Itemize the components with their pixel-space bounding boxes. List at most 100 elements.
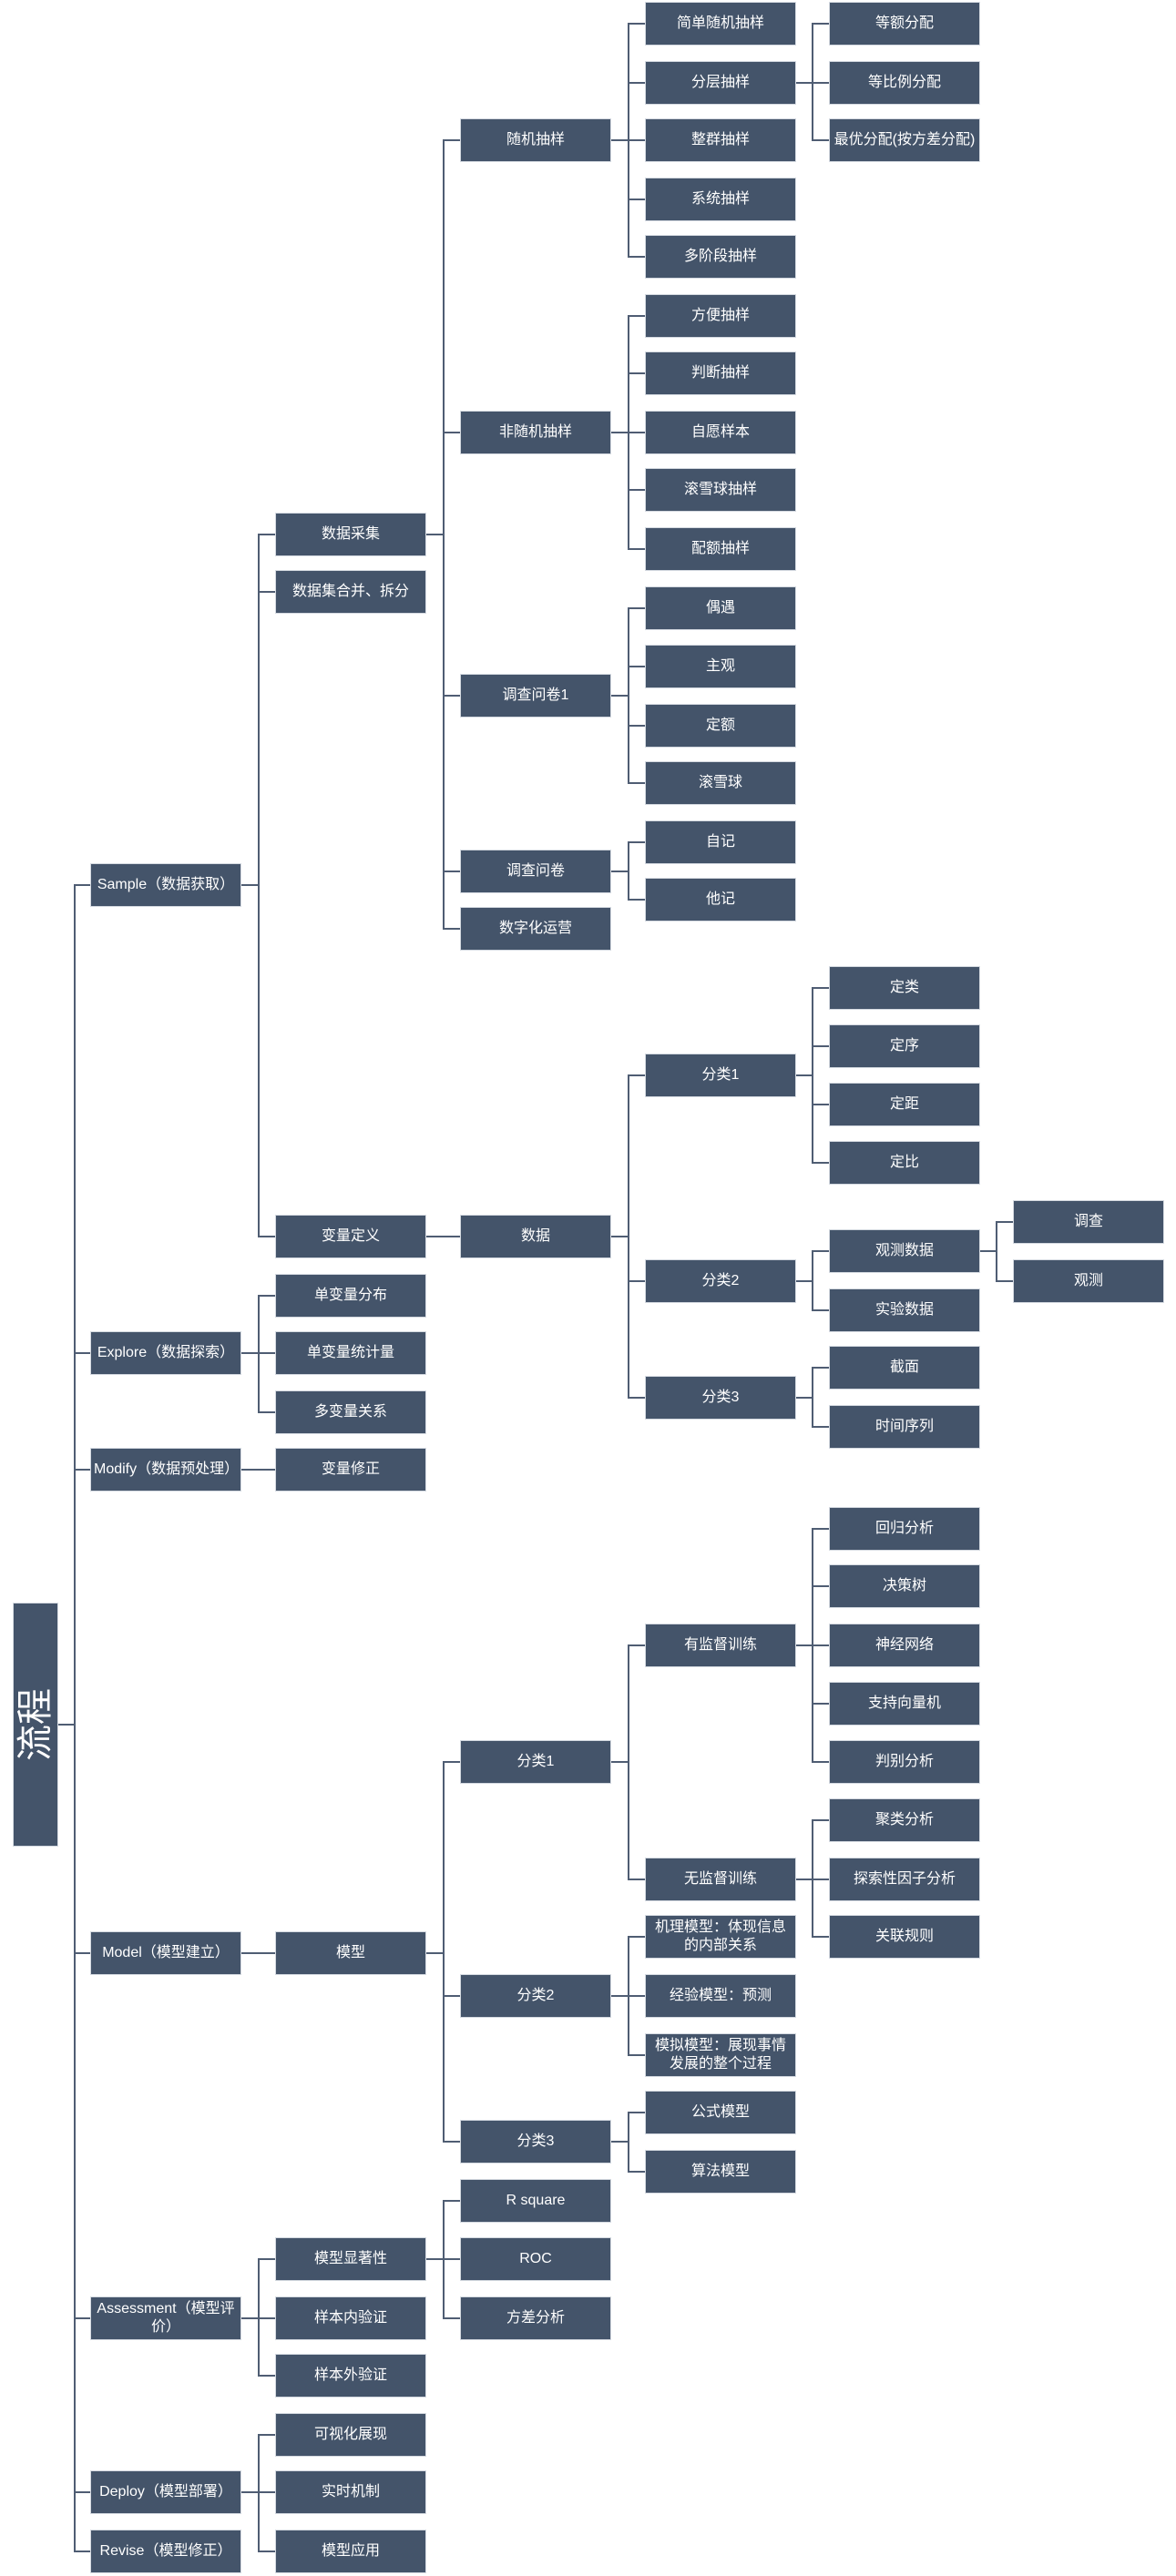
node-label: 判断抽样 [690, 365, 750, 381]
tree-node: 方便抽样 [645, 294, 796, 338]
tree-node: 时间序列 [829, 1405, 980, 1449]
connector-line [629, 841, 645, 843]
connector-line [980, 1250, 997, 1252]
connector-line [629, 23, 645, 25]
tree-node: 模拟模型：展现事情发展的整个过程 [645, 2033, 796, 2077]
node-label: 变量定义 [321, 1228, 380, 1244]
node-label: 分类2 [701, 1273, 740, 1288]
tree-node: 调查问卷 [460, 850, 611, 893]
node-label: 数据集合并、拆分 [291, 584, 409, 599]
connector-line [259, 1295, 275, 1297]
connector-line [241, 2317, 259, 2319]
tree-node: 定距 [829, 1083, 980, 1126]
tree-node: 定额 [645, 704, 796, 748]
tree-node: 样本外验证 [275, 2354, 426, 2398]
node-label: 调查问卷 [506, 863, 565, 879]
connector-line [629, 1644, 645, 1646]
connector-line [426, 534, 444, 535]
node-label: 滚雪球抽样 [683, 482, 757, 497]
connector-line [813, 1879, 829, 1880]
node-label: Revise（模型修正） [99, 2543, 232, 2559]
connector-line [796, 1074, 813, 1076]
connector-line [426, 2258, 444, 2260]
tree-node: 模型应用 [275, 2530, 426, 2573]
connector-line [796, 1397, 813, 1399]
node-label: R square [506, 2193, 566, 2208]
connector-line [628, 607, 629, 784]
tree-node: 单变量统计量 [275, 1331, 426, 1375]
connector-line [796, 1644, 813, 1646]
node-label: 数据 [520, 1228, 550, 1244]
connector-line [259, 2317, 275, 2319]
connector-line [996, 1221, 997, 1282]
tree-node: 算法模型 [645, 2150, 796, 2194]
connector-line [629, 782, 645, 784]
connector-line [629, 256, 645, 258]
node-label: 算法模型 [690, 2164, 750, 2179]
tree-node: 自记 [645, 820, 796, 864]
node-label: 关联规则 [874, 1929, 934, 1944]
connector-line [629, 1074, 645, 1076]
node-label: 偶遇 [705, 600, 735, 616]
node-label: 自记 [705, 834, 735, 850]
connector-line [75, 1352, 90, 1354]
connector-line [241, 1352, 259, 1354]
connector-line [629, 489, 645, 491]
node-label: 模型应用 [321, 2543, 380, 2559]
node-label: 流程 [15, 1688, 56, 1761]
node-label: 调查问卷1 [502, 687, 569, 703]
node-label: 数字化运营 [498, 921, 572, 936]
connector-line [813, 1703, 829, 1705]
connector-line [629, 139, 645, 141]
connector-line [629, 315, 645, 317]
node-label: 系统抽样 [690, 191, 750, 207]
connector-line [444, 2258, 460, 2260]
node-label: 多变量关系 [313, 1404, 387, 1420]
node-label: 可视化展现 [313, 2427, 387, 2442]
connector-line [444, 1761, 460, 1763]
node-label: 模拟模型：展现事情发展的整个过程 [654, 2038, 786, 2072]
node-label: 分类3 [701, 1390, 740, 1405]
tree-node: 分层抽样 [645, 61, 796, 105]
connector-line [813, 1528, 829, 1530]
node-label: 分层抽样 [690, 75, 750, 90]
connector-line [812, 1367, 813, 1428]
tree-node: Explore（数据探索） [90, 1331, 241, 1375]
connector-line [813, 1367, 829, 1369]
node-label: 判别分析 [874, 1754, 934, 1769]
connector-line [812, 987, 813, 1164]
tree-node: 多阶段抽样 [645, 235, 796, 279]
tree-node: 探索性因子分析 [829, 1858, 980, 1901]
connector-line [629, 199, 645, 200]
connector-line [75, 2551, 90, 2552]
connector-line [259, 2375, 275, 2377]
tree-node: 配额抽样 [645, 527, 796, 571]
tree-node: 调查 [1013, 1200, 1164, 1244]
tree-node: R square [460, 2179, 611, 2223]
connector-line [611, 432, 629, 433]
connector-line [611, 1761, 629, 1763]
node-label: 样本内验证 [313, 2310, 387, 2326]
tree-node: 调查问卷1 [460, 674, 611, 718]
connector-line [813, 1761, 829, 1763]
connector-line [629, 1280, 645, 1282]
connector-line [628, 1074, 629, 1399]
connector-line [241, 2491, 259, 2493]
connector-line [259, 1952, 275, 1954]
connector-line [813, 1104, 829, 1105]
tree-node: Revise（模型修正） [90, 2530, 241, 2573]
node-label: 方差分析 [506, 2310, 565, 2326]
tree-node: 单变量分布 [275, 1274, 426, 1318]
tree-node: 模型 [275, 1931, 426, 1975]
connector-line [259, 2551, 275, 2552]
connector-line [259, 1352, 275, 1354]
node-label: 模型显著性 [313, 2251, 387, 2266]
tree-node: 样本内验证 [275, 2296, 426, 2340]
node-label: Deploy（模型部署） [99, 2484, 232, 2500]
connector-line [426, 1236, 444, 1237]
node-label: 经验模型：预测 [669, 1988, 772, 2003]
connector-line [444, 928, 460, 930]
connector-line [629, 82, 645, 84]
tree-node: 实时机制 [275, 2470, 426, 2514]
node-label: 观测数据 [874, 1243, 934, 1258]
